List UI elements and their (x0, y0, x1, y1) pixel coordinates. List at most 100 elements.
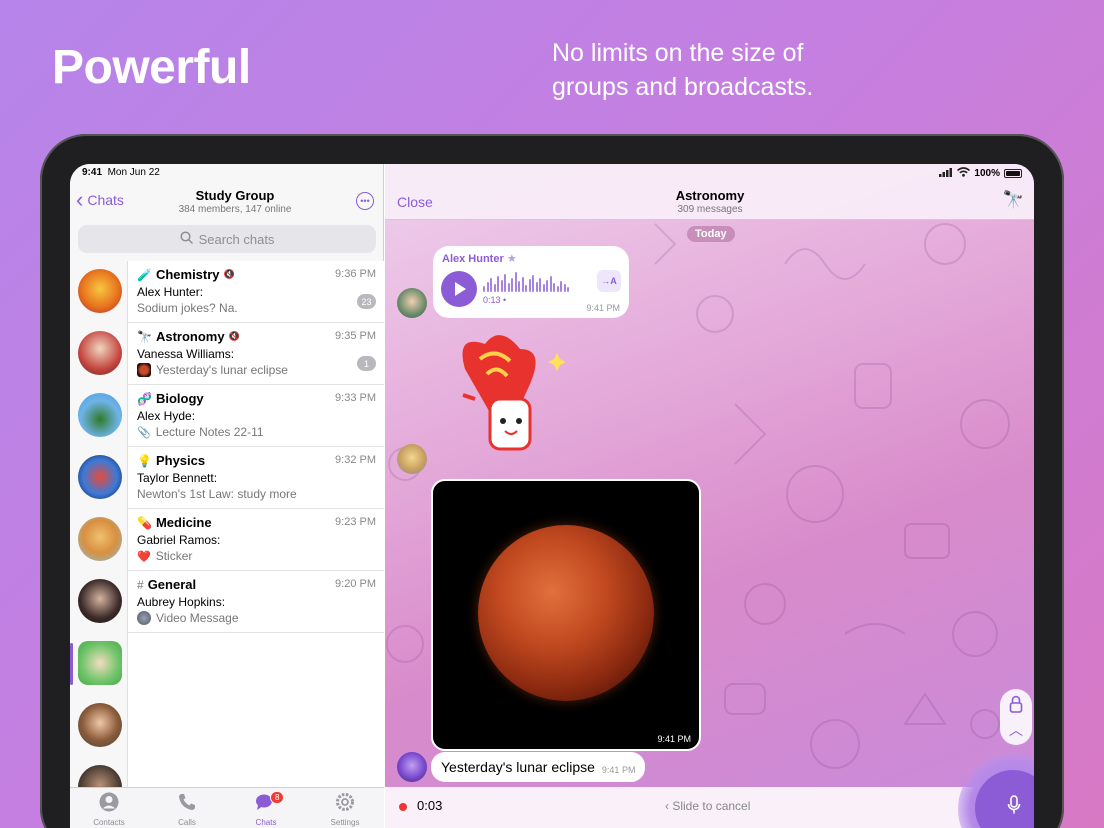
muted-icon: 🔇 (228, 331, 240, 341)
chat-list: 🧪 Chemistry 🔇 9:36 PM Alex Hunter: Sodium … (128, 261, 384, 787)
chat-title: General (147, 577, 197, 592)
search-input[interactable]: Search chats (78, 225, 376, 253)
chat-row-general[interactable]: # General 9:20 PM Aubrey Hopkins: Video M… (128, 571, 384, 633)
avatar[interactable] (78, 455, 122, 499)
chat-row-medicine[interactable]: 💊 Medicine 9:23 PM Gabriel Ramos: ❤️ Stick… (128, 509, 384, 571)
voice-duration: 0:13 • (483, 295, 507, 305)
waveform-bar (486, 282, 489, 292)
status-time: 9:41 Mon Jun 22 (82, 167, 160, 178)
chat-preview: Sodium jokes? Na. (137, 301, 238, 315)
microphone-icon (1007, 795, 1021, 820)
play-button[interactable] (441, 271, 477, 307)
battery-percent: 100% (974, 168, 1000, 179)
waveform-bar (528, 279, 531, 292)
avatar[interactable] (78, 703, 122, 747)
waveform-bar (497, 276, 499, 292)
chat-time: 9:20 PM (335, 578, 376, 590)
waveform-bar (546, 280, 548, 292)
chat-preview: Lecture Notes 22-11 (155, 425, 264, 439)
group-title: Study Group (195, 188, 275, 203)
chat-preview: Video Message (156, 611, 239, 625)
tab-contacts[interactable]: Contacts (79, 792, 139, 827)
avatar[interactable] (78, 517, 122, 561)
waveform-bar (563, 284, 566, 292)
avatar[interactable] (78, 765, 122, 787)
group-subtitle: 384 members, 147 online (178, 204, 292, 215)
chat-row-biology[interactable]: 🧬 Biology 9:33 PM Alex Hyde: 📎 Lecture Not… (128, 385, 384, 447)
unread-badge: 23 (357, 294, 376, 309)
chat-sender: Alex Hyde: (137, 409, 196, 423)
avatar[interactable] (78, 269, 122, 313)
chat-bubbles-icon (236, 792, 296, 818)
waveform-bar (560, 281, 562, 292)
waveform-bar (549, 276, 552, 292)
message-time: 9:41 PM (586, 303, 620, 313)
waveform-bar (542, 284, 545, 292)
paperclip-icon: 📎 (137, 426, 151, 439)
caption-text: Yesterday's lunar eclipse (441, 759, 595, 775)
ellipsis-icon: ••• (360, 195, 370, 206)
message-time: 9:41 PM (601, 765, 636, 775)
waveform-bar (504, 274, 506, 292)
chat-title: Astronomy (155, 329, 225, 344)
avatar-rail (70, 261, 128, 787)
telescope-icon[interactable]: 🔭 (1003, 190, 1024, 210)
lightbulb-icon: 💡 (137, 453, 152, 468)
telescope-icon: 🔭 (137, 329, 152, 344)
tab-label: Contacts (93, 818, 125, 827)
recording-lock[interactable]: ︿ (1000, 689, 1032, 745)
recording-bar: 0:03 ‹ Slide to cancel (385, 787, 1034, 828)
left-header: ‹ Chats Study Group 384 members, 147 onl… (70, 186, 384, 222)
wifi-icon (957, 167, 971, 180)
search-icon (180, 231, 193, 247)
waveform-bar (493, 284, 496, 292)
signal-icon (939, 167, 953, 180)
waveform[interactable] (483, 272, 569, 292)
conversation-subtitle: 309 messages (677, 204, 743, 215)
back-button[interactable]: ‹ Chats (76, 189, 124, 211)
voice-sender: Alex Hunter ★ (442, 253, 517, 265)
chat-sender: Taylor Bennett: (137, 471, 218, 485)
chat-title: Medicine (155, 515, 212, 530)
avatar[interactable] (78, 331, 122, 375)
lunar-eclipse-photo[interactable]: 9:41 PM (431, 479, 701, 751)
avatar[interactable] (397, 288, 427, 318)
promo-subhead: No limits on the size of groups and broa… (552, 39, 814, 101)
chat-row-astronomy[interactable]: 🔭 Astronomy 🔇 9:35 PM Vanessa Williams: Ye… (128, 323, 384, 385)
tab-chats[interactable]: 8 Chats (236, 791, 296, 827)
waveform-bar (500, 280, 503, 292)
waveform-bar (483, 286, 485, 292)
tab-settings[interactable]: Settings (315, 792, 375, 827)
date-separator: Today (687, 226, 735, 242)
chat-row-physics[interactable]: 💡 Physics 9:32 PM Taylor Bennett: Newton'… (128, 447, 384, 509)
tab-label: Chats (255, 818, 277, 827)
chevron-up-icon: ︿ (1009, 721, 1023, 738)
avatar[interactable] (78, 393, 122, 437)
avatar[interactable] (78, 641, 122, 685)
chat-preview: Yesterday's lunar eclipse (156, 363, 288, 377)
chat-list-panel: 9:41 Mon Jun 22 ‹ Chats Study Group 384 … (70, 164, 384, 828)
chevron-left-icon: ‹ (665, 799, 669, 813)
slide-to-cancel[interactable]: ‹ Slide to cancel (665, 799, 750, 813)
chat-sender: Vanessa Williams: (137, 347, 235, 361)
avatar[interactable] (397, 752, 427, 782)
avatar[interactable] (78, 579, 122, 623)
tab-calls[interactable]: Calls (157, 792, 217, 827)
unread-badge: 1 (357, 356, 376, 371)
pill-icon: 💊 (137, 515, 152, 530)
waveform-bar (514, 272, 517, 292)
avatar[interactable] (397, 444, 427, 474)
tab-label: Calls (178, 818, 196, 827)
chat-title: Biology (155, 391, 204, 406)
close-button[interactable]: Close (397, 194, 433, 210)
conversation-title: Astronomy (675, 188, 745, 203)
more-options-button[interactable]: ••• (356, 192, 374, 210)
battery-icon (1004, 169, 1022, 178)
transcribe-button[interactable]: →A (597, 270, 621, 292)
waveform-bar (521, 277, 524, 292)
chat-row-chemistry[interactable]: 🧪 Chemistry 🔇 9:36 PM Alex Hunter: Sodium … (128, 261, 384, 323)
recording-time: 0:03 (417, 798, 443, 813)
promo-headline: Powerful (52, 41, 251, 94)
heart-cup-sticker[interactable] (435, 329, 565, 469)
chat-time: 9:32 PM (335, 454, 376, 466)
